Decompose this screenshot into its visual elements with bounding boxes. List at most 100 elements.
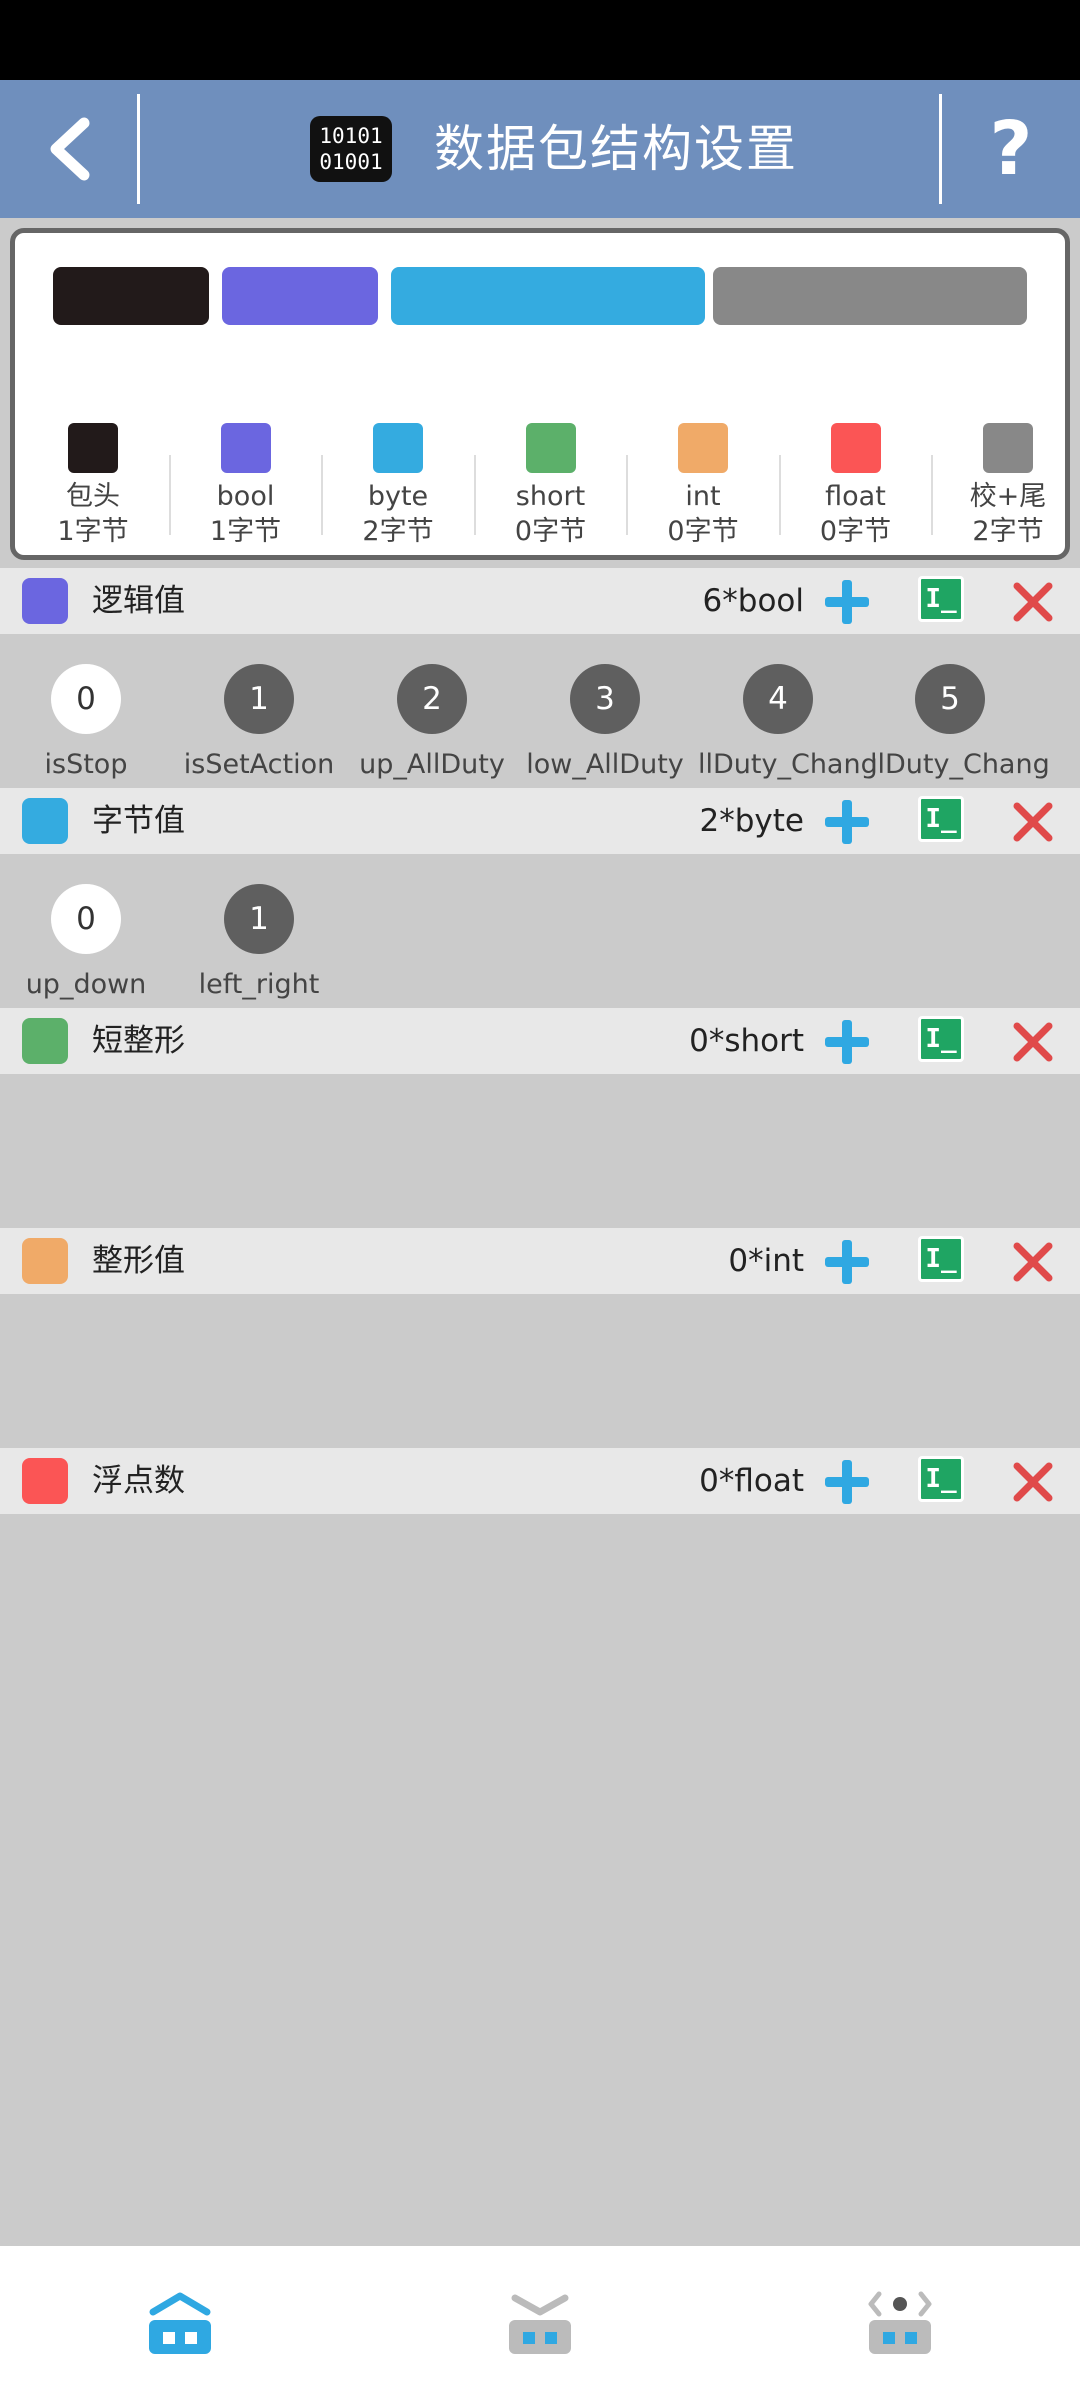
collapse-robot-icon [509,2294,571,2354]
edit-item-button[interactable]: I_ [918,796,964,842]
legend-divider [473,455,476,535]
composition-bar [222,267,378,325]
field-label: isSetAction [183,749,335,780]
field-chip[interactable]: 4 llDuty_Chang [698,664,878,782]
field-chip[interactable]: 3 low_AllDuty [525,664,685,782]
field-chip[interactable]: 2 up_AllDuty [352,664,512,782]
add-item-button[interactable] [822,1457,872,1507]
back-button[interactable] [0,80,138,218]
edit-item-button[interactable]: I_ [918,576,964,622]
legend-divider [931,455,933,535]
legend-item: bool 1字节 [172,423,320,549]
section-color-swatch [22,798,68,844]
legend-item: int 0字节 [629,423,777,549]
legend-item: float 0字节 [782,423,930,549]
section-count: 2*byte [699,803,804,839]
section-title: 整形值 [92,1243,185,1279]
composition-bar [713,267,1027,325]
help-button[interactable]: ? [942,80,1080,218]
section-color-swatch [22,1018,68,1064]
app-header: 10101 01001 数据包结构设置 ? [0,80,1080,218]
field-index-badge: 2 [397,664,467,734]
plus-icon [825,580,869,624]
edit-item-button[interactable]: I_ [918,1016,964,1062]
field-label: up_down [25,969,147,1000]
legend-item: 包头 1字节 [19,423,167,549]
section-header: 字节值 2*byte I_ [0,788,1080,854]
field-index-badge: 1 [224,884,294,954]
field-index-badge: 5 [915,664,985,734]
field-index-badge: 4 [743,664,813,734]
legend-type-name: int [685,481,721,512]
delete-item-button[interactable] [1010,799,1056,845]
delete-item-button[interactable] [1010,579,1056,625]
legend-byte-count: 0字节 [667,516,739,547]
section-count: 0*float [699,1463,804,1499]
field-index-badge: 1 [224,664,294,734]
delete-item-button[interactable] [1010,1459,1056,1505]
delete-item-button[interactable] [1010,1239,1056,1285]
packet-structure-card: 包头 1字节 bool 1字节 byte 2字节 short 0字节 int 0字节 float 0字… [10,228,1070,560]
legend-byte-count: 1字节 [209,516,282,547]
legend-divider [321,455,323,535]
header-divider-left [137,94,140,204]
section-count: 6*bool [702,583,804,619]
delete-item-button[interactable] [1010,1019,1056,1065]
legend-type-name: 包头 [66,481,120,512]
nav-collapse-button[interactable] [360,2246,720,2400]
field-chip[interactable]: 1 left_right [179,884,339,1002]
legend-divider [778,455,781,535]
field-index-badge: 0 [51,664,121,734]
add-item-button[interactable] [822,1017,872,1067]
composition-bar [391,267,705,325]
section-title: 浮点数 [92,1463,185,1499]
add-item-button[interactable] [822,797,872,847]
logo-line-2: 01001 [319,150,383,174]
legend-swatch [68,423,118,473]
section-header: 浮点数 0*float I_ [0,1448,1080,1514]
legend-byte-count: 2字节 [972,516,1044,547]
binary-logo-icon: 10101 01001 [310,116,392,182]
section-color-swatch [22,1458,68,1504]
section-count: 0*short [689,1023,804,1059]
field-index-badge: 3 [570,664,640,734]
field-label: llDuty_Chang [698,749,878,780]
close-icon [1013,1022,1053,1062]
add-item-button[interactable] [822,1237,872,1287]
legend-type-name: bool [216,481,275,512]
field-label: isStop [44,749,128,780]
legend-divider [168,455,171,535]
section-title: 逻辑值 [92,583,185,619]
field-chip[interactable]: 1 isSetAction [179,664,339,782]
legend-type-name: byte [367,481,429,512]
legend-item: byte 2字节 [324,423,472,549]
legend-swatch [830,423,881,473]
legend-item: short 0字节 [477,423,625,549]
home-robot-icon [149,2292,211,2354]
section-title: 字节值 [92,803,185,839]
close-icon [1013,1462,1053,1502]
legend-type-name: 校+尾 [969,481,1047,512]
edit-item-button[interactable]: I_ [918,1236,964,1282]
edit-item-button[interactable]: I_ [918,1456,964,1502]
section-header: 整形值 0*int I_ [0,1228,1080,1294]
status-bar [0,0,1080,80]
page-title: 数据包结构设置 [434,120,798,178]
add-item-button[interactable] [822,577,872,627]
nav-home-button[interactable] [0,2246,360,2400]
nav-code-button[interactable] [720,2246,1080,2400]
logo-line-1: 10101 [319,124,383,148]
field-chip[interactable]: 0 isStop [6,664,166,782]
field-chip[interactable]: 5 llDuty_Chang [870,664,1050,782]
legend-item: 校+尾 2字节 [934,423,1080,549]
chevron-left-icon [50,117,90,181]
field-chip[interactable]: 0 up_down [6,884,166,1002]
legend-divider [626,455,628,535]
field-label: left_right [198,969,320,1000]
field-index-badge: 0 [51,884,121,954]
close-icon [1013,582,1053,622]
bottom-nav [0,2246,1080,2400]
close-icon [1013,1242,1053,1282]
code-robot-icon [868,2291,932,2354]
plus-icon [825,1460,869,1504]
